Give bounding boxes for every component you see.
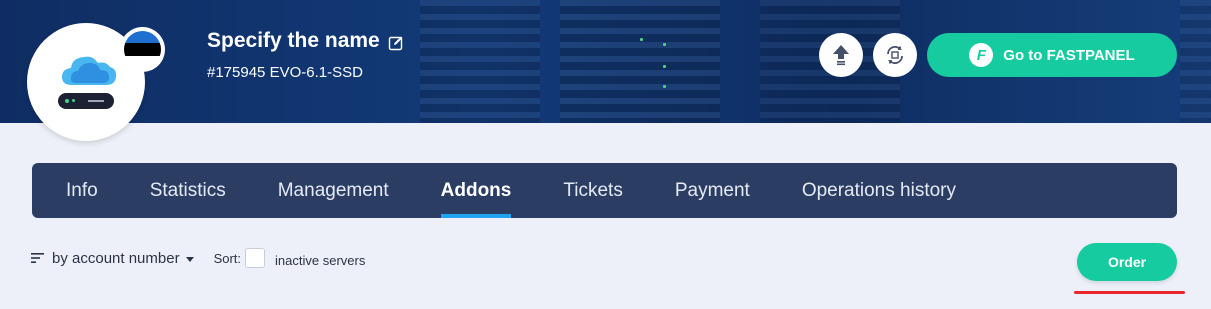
fastpanel-label: Go to FASTPANEL [1003, 46, 1135, 64]
tab-tickets[interactable]: Tickets [537, 163, 648, 218]
server-name: Specify the name [207, 29, 380, 52]
server-header: Specify the name #175945 EVO-6.1-SSD F G… [0, 0, 1211, 123]
sort-dropdown[interactable]: by account number [52, 250, 194, 267]
tab-bar: Info Statistics Management Addons Ticket… [32, 163, 1177, 218]
tab-payment[interactable]: Payment [649, 163, 776, 218]
go-to-fastpanel-button[interactable]: F Go to FASTPANEL [927, 33, 1177, 77]
inactive-servers-label: inactive servers [275, 252, 366, 268]
header-background-rack [420, 0, 540, 123]
header-background-rack [560, 0, 720, 123]
tab-info[interactable]: Info [32, 163, 124, 218]
sort-lines-icon [31, 253, 44, 263]
led [663, 65, 666, 68]
server-id: #175945 EVO-6.1-SSD [207, 64, 363, 81]
order-button[interactable]: Order [1077, 243, 1177, 281]
led [640, 38, 643, 41]
reinstall-button[interactable] [873, 33, 917, 77]
highlight-underline [1074, 291, 1185, 294]
server-name-row: Specify the name [207, 29, 404, 53]
tab-addons[interactable]: Addons [415, 163, 538, 218]
upload-arrow-icon [833, 45, 849, 66]
refresh-icon [887, 46, 903, 64]
chevron-down-icon [185, 256, 194, 262]
tab-management[interactable]: Management [252, 163, 415, 218]
flag-stripe [124, 31, 161, 44]
led [663, 85, 666, 88]
led [663, 43, 666, 46]
tab-statistics[interactable]: Statistics [124, 163, 252, 218]
fastpanel-logo-icon: F [969, 43, 994, 67]
server-unit-icon [58, 93, 114, 109]
sort-label: Sort: [213, 250, 242, 266]
flag-stripe [124, 55, 161, 68]
cloud-icon [62, 56, 117, 85]
flag-stripe [124, 43, 161, 56]
inactive-servers-checkbox[interactable] [245, 248, 266, 268]
upload-button[interactable] [819, 33, 863, 77]
edit-icon[interactable] [388, 33, 404, 51]
header-background-rack [1180, 0, 1211, 123]
list-toolbar: by account number Sort: inactive servers [31, 248, 365, 268]
tab-operations-history[interactable]: Operations history [776, 163, 982, 218]
estonia-flag-icon [120, 27, 165, 72]
sort-dropdown-label: by account number [52, 249, 180, 267]
